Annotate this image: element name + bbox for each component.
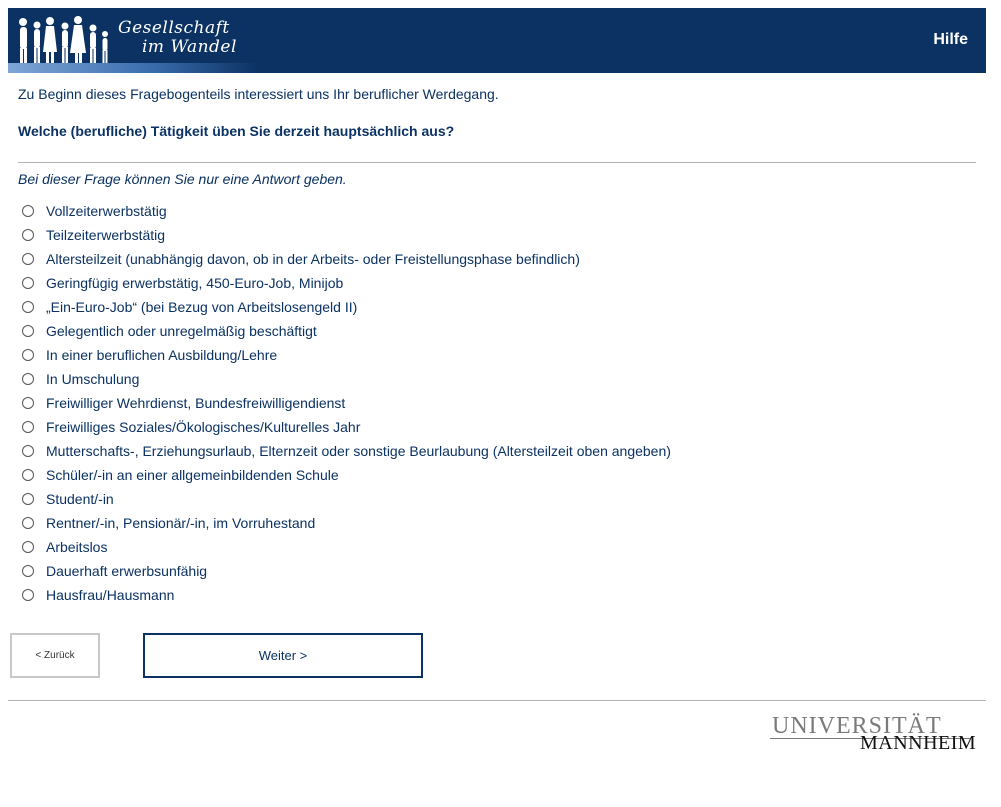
radio-button[interactable] [22, 277, 34, 289]
option-rentner[interactable]: Rentner/-in, Pensionär/-in, im Vorruhest… [22, 511, 671, 535]
question-text: Welche (berufliche) Tätigkeit üben Sie d… [18, 123, 455, 139]
option-label: Mutterschafts-, Erziehungsurlaub, Eltern… [46, 443, 671, 459]
option-label: In Umschulung [46, 371, 140, 387]
radio-button[interactable] [22, 373, 34, 385]
option-label: „Ein-Euro-Job“ (bei Bezug von Arbeitslos… [46, 299, 358, 315]
radio-button[interactable] [22, 253, 34, 265]
logo-text-line1: Gesellschaft [118, 18, 230, 38]
option-label: Teilzeiterwerbstätig [46, 227, 166, 243]
option-label: Dauerhaft erwerbsunfähig [46, 563, 208, 579]
option-label: Rentner/-in, Pensionär/-in, im Vorruhest… [46, 515, 316, 531]
option-label: Schüler/-in an einer allgemeinbildenden … [46, 467, 339, 483]
radio-button[interactable] [22, 565, 34, 577]
option-arbeitslos[interactable]: Arbeitslos [22, 535, 671, 559]
option-altersteilzeit[interactable]: Altersteilzeit (unabhängig davon, ob in … [22, 247, 671, 271]
radio-button[interactable] [22, 325, 34, 337]
option-ein-euro-job[interactable]: „Ein-Euro-Job“ (bei Bezug von Arbeitslos… [22, 295, 671, 319]
option-elternzeit[interactable]: Mutterschafts-, Erziehungsurlaub, Eltern… [22, 439, 671, 463]
radio-button[interactable] [22, 445, 34, 457]
option-umschulung[interactable]: In Umschulung [22, 367, 671, 391]
intro-text: Zu Beginn dieses Fragebogenteils interes… [18, 86, 499, 102]
divider [18, 162, 976, 163]
back-button[interactable]: < Zurück [10, 633, 100, 678]
radio-button[interactable] [22, 589, 34, 601]
option-vollzeiterwerbstaetig[interactable]: Vollzeiterwerbstätig [22, 199, 671, 223]
logo-text-bottom: MANNHEIM [860, 732, 977, 754]
radio-button[interactable] [22, 397, 34, 409]
answer-hint: Bei dieser Frage können Sie nur eine Ant… [18, 171, 347, 187]
logo-gradient-band [8, 63, 258, 73]
option-label: Hausfrau/Hausmann [46, 587, 175, 603]
option-label: Student/-in [46, 491, 114, 507]
help-link[interactable]: Hilfe [933, 31, 968, 49]
option-label: Vollzeiterwerbstätig [46, 203, 167, 219]
radio-button[interactable] [22, 421, 34, 433]
option-label: Freiwilliges Soziales/Ökologisches/Kultu… [46, 419, 361, 435]
option-wehrdienst[interactable]: Freiwilliger Wehrdienst, Bundesfreiwilli… [22, 391, 671, 415]
option-schueler[interactable]: Schüler/-in an einer allgemeinbildenden … [22, 463, 671, 487]
radio-button[interactable] [22, 301, 34, 313]
option-geringfuegig[interactable]: Geringfügig erwerbstätig, 450-Euro-Job, … [22, 271, 671, 295]
universitaet-mannheim-logo: UNIVERSITÄT MANNHEIM [770, 713, 977, 758]
radio-button[interactable] [22, 469, 34, 481]
answer-options: Vollzeiterwerbstätig Teilzeiterwerbstäti… [22, 199, 671, 607]
radio-button[interactable] [22, 517, 34, 529]
logo-text-line2: im Wandel [142, 37, 237, 57]
gesellschaft-im-wandel-logo: Gesellschaft im Wandel [8, 8, 258, 73]
option-teilzeiterwerbstaetig[interactable]: Teilzeiterwerbstätig [22, 223, 671, 247]
header-bar: Gesellschaft im Wandel Hilfe [8, 8, 986, 73]
option-label: Geringfügig erwerbstätig, 450-Euro-Job, … [46, 275, 344, 291]
option-label: Altersteilzeit (unabhängig davon, ob in … [46, 251, 580, 267]
next-button[interactable]: Weiter > [143, 633, 423, 678]
option-ausbildung[interactable]: In einer beruflichen Ausbildung/Lehre [22, 343, 671, 367]
option-label: Freiwilliger Wehrdienst, Bundesfreiwilli… [46, 395, 346, 411]
radio-button[interactable] [22, 541, 34, 553]
option-hausfrau-hausmann[interactable]: Hausfrau/Hausmann [22, 583, 671, 607]
option-student[interactable]: Student/-in [22, 487, 671, 511]
option-label: Arbeitslos [46, 539, 108, 555]
radio-button[interactable] [22, 493, 34, 505]
option-erwerbsunfaehig[interactable]: Dauerhaft erwerbsunfähig [22, 559, 671, 583]
footer-divider [8, 700, 986, 701]
option-gelegentlich[interactable]: Gelegentlich oder unregelmäßig beschäfti… [22, 319, 671, 343]
option-freiwilliges-jahr[interactable]: Freiwilliges Soziales/Ökologisches/Kultu… [22, 415, 671, 439]
radio-button[interactable] [22, 349, 34, 361]
option-label: In einer beruflichen Ausbildung/Lehre [46, 347, 278, 363]
radio-button[interactable] [22, 229, 34, 241]
radio-button[interactable] [22, 205, 34, 217]
option-label: Gelegentlich oder unregelmäßig beschäfti… [46, 323, 317, 339]
